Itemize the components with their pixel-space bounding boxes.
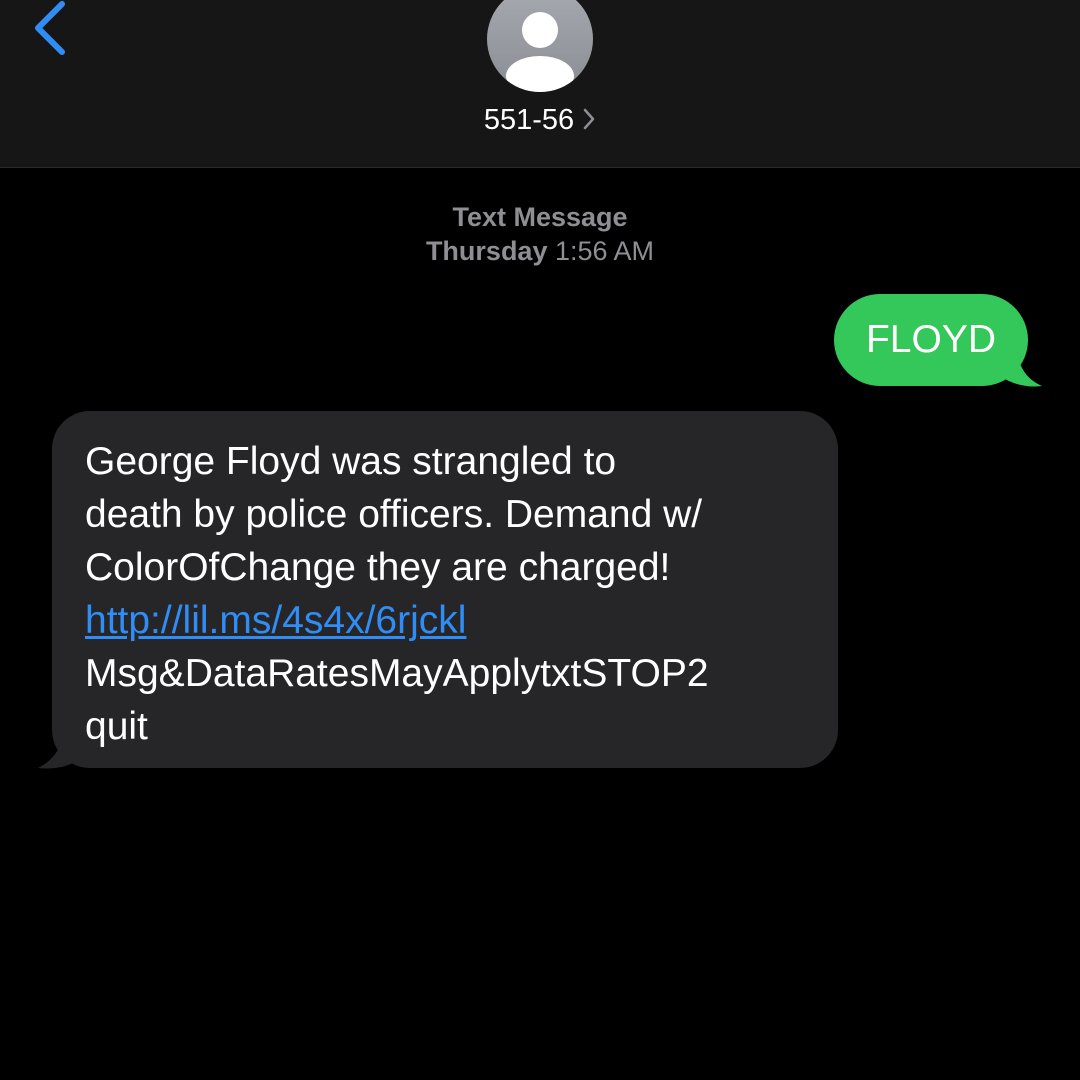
message-link[interactable]: http://lil.ms/4s4x/6rjckl bbox=[85, 599, 466, 642]
outgoing-message-text: FLOYD bbox=[865, 318, 996, 361]
contact-avatar[interactable] bbox=[487, 0, 593, 92]
contact-name: 551-56 bbox=[483, 104, 575, 136]
chevron-left-icon bbox=[35, 1, 65, 55]
outgoing-message-bubble[interactable]: FLOYD bbox=[833, 294, 1028, 386]
message-link-line: http://lil.ms/4s4x/6rjckl bbox=[85, 594, 818, 647]
conversation-header: 551-56 bbox=[0, 0, 1080, 168]
timestamp-day: Thursday bbox=[425, 236, 548, 266]
outgoing-bubble-tail bbox=[1000, 346, 1042, 387]
person-silhouette-icon bbox=[506, 12, 574, 92]
incoming-message-bubble[interactable]: George Floyd was strangled to death by p… bbox=[52, 411, 838, 768]
timestamp-time: 1:56 AM bbox=[554, 236, 655, 266]
chevron-right-icon bbox=[583, 109, 595, 130]
message-type-label: Text Message bbox=[452, 202, 628, 232]
contact-name-button[interactable]: 551-56 bbox=[0, 104, 1080, 137]
message-line: Msg&DataRatesMayApplytxtSTOP2 bbox=[85, 652, 709, 695]
incoming-bubble-tail bbox=[38, 722, 82, 769]
message-line: quit bbox=[85, 705, 148, 748]
message-line: ColorOfChange they are charged! bbox=[85, 546, 671, 589]
back-button[interactable] bbox=[22, 0, 82, 64]
message-timestamp: Thursday 1:56 AM bbox=[0, 236, 1080, 267]
message-line: death by police officers. Demand w/ bbox=[85, 493, 703, 536]
message-line: George Floyd was strangled to bbox=[85, 440, 617, 483]
